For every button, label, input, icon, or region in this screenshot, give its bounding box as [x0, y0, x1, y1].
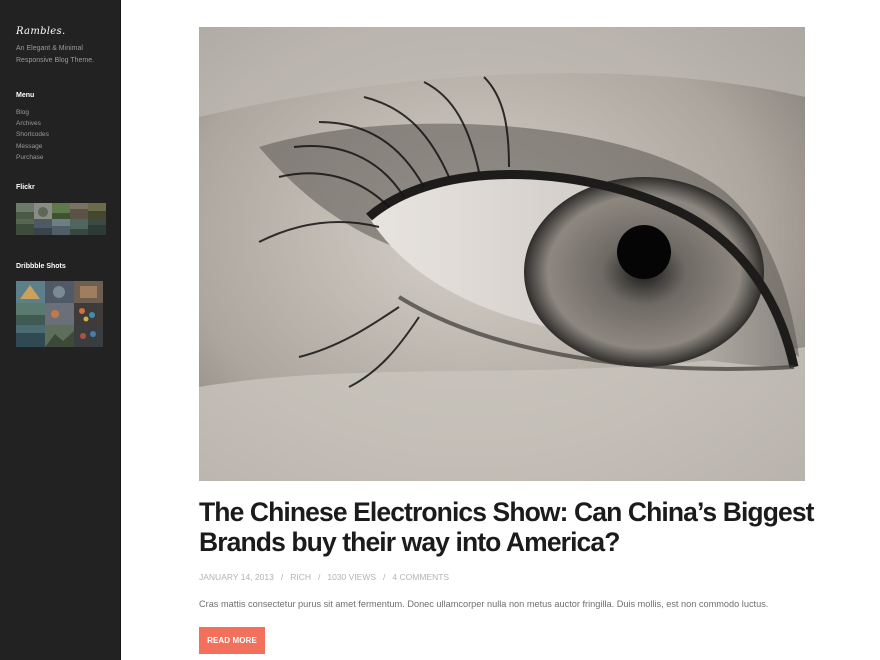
tagline-line-1: An Elegant & Minimal	[16, 45, 83, 52]
menu-item-blog[interactable]: Blog	[16, 107, 49, 118]
post-meta: JANUARY 14, 2013 / RICH / 1030 VIEWS / 4 COMME…	[199, 572, 449, 582]
dribbble-thumb[interactable]	[45, 281, 74, 303]
post-featured-image[interactable]	[199, 27, 805, 481]
flickr-thumb[interactable]	[88, 203, 106, 219]
site-logo[interactable]: Rambles.	[16, 26, 65, 37]
dribbble-thumb[interactable]	[16, 325, 45, 347]
flickr-thumb[interactable]	[34, 203, 52, 219]
dribbble-thumb[interactable]	[74, 303, 103, 325]
meta-separator: /	[317, 572, 321, 582]
dribbble-gallery	[16, 281, 103, 347]
tagline-line-2: Responsive Blog Theme.	[16, 57, 95, 64]
menu-item-shortcodes[interactable]: Shortcodes	[16, 129, 49, 140]
dribbble-thumb[interactable]	[45, 303, 74, 325]
dribbble-thumb[interactable]	[16, 281, 45, 303]
post-excerpt: Cras mattis consectetur purus sit amet f…	[199, 599, 769, 609]
sidebar-menu: Blog Archives Shortcodes Message Purchas…	[16, 107, 49, 163]
menu-item-message[interactable]: Message	[16, 141, 49, 152]
menu-heading: Menu	[16, 92, 35, 99]
flickr-thumb[interactable]	[88, 219, 106, 235]
dribbble-thumb[interactable]	[74, 325, 103, 347]
meta-separator: /	[280, 572, 284, 582]
dribbble-thumb[interactable]	[74, 281, 103, 303]
eye-photo-icon	[199, 27, 805, 481]
flickr-thumb[interactable]	[52, 219, 70, 235]
sidebar: Rambles. An Elegant & Minimal Responsive…	[0, 0, 121, 660]
menu-item-archives[interactable]: Archives	[16, 118, 49, 129]
post-author[interactable]: RICH	[290, 572, 311, 582]
flickr-gallery	[16, 203, 106, 235]
dribbble-thumb[interactable]	[16, 303, 45, 325]
post-title[interactable]: The Chinese Electronics Show: Can China’…	[199, 497, 815, 557]
flickr-thumb[interactable]	[34, 219, 52, 235]
flickr-heading: Flickr	[16, 184, 35, 191]
flickr-thumb[interactable]	[16, 203, 34, 219]
dribbble-thumb[interactable]	[45, 325, 74, 347]
flickr-thumb[interactable]	[16, 219, 34, 235]
flickr-thumb[interactable]	[70, 219, 88, 235]
post-date[interactable]: JANUARY 14, 2013	[199, 572, 274, 582]
meta-separator: /	[383, 572, 386, 582]
dribbble-heading: Dribbble Shots	[16, 263, 66, 270]
flickr-thumb[interactable]	[70, 203, 88, 219]
post-comments-link[interactable]: 4 COMMENTS	[392, 572, 449, 582]
flickr-thumb[interactable]	[52, 203, 70, 219]
read-more-button[interactable]: READ MORE	[199, 627, 265, 654]
site-tagline: An Elegant & Minimal Responsive Blog The…	[16, 43, 116, 67]
post-views: 1030 VIEWS	[327, 572, 377, 582]
menu-item-purchase[interactable]: Purchase	[16, 152, 49, 163]
